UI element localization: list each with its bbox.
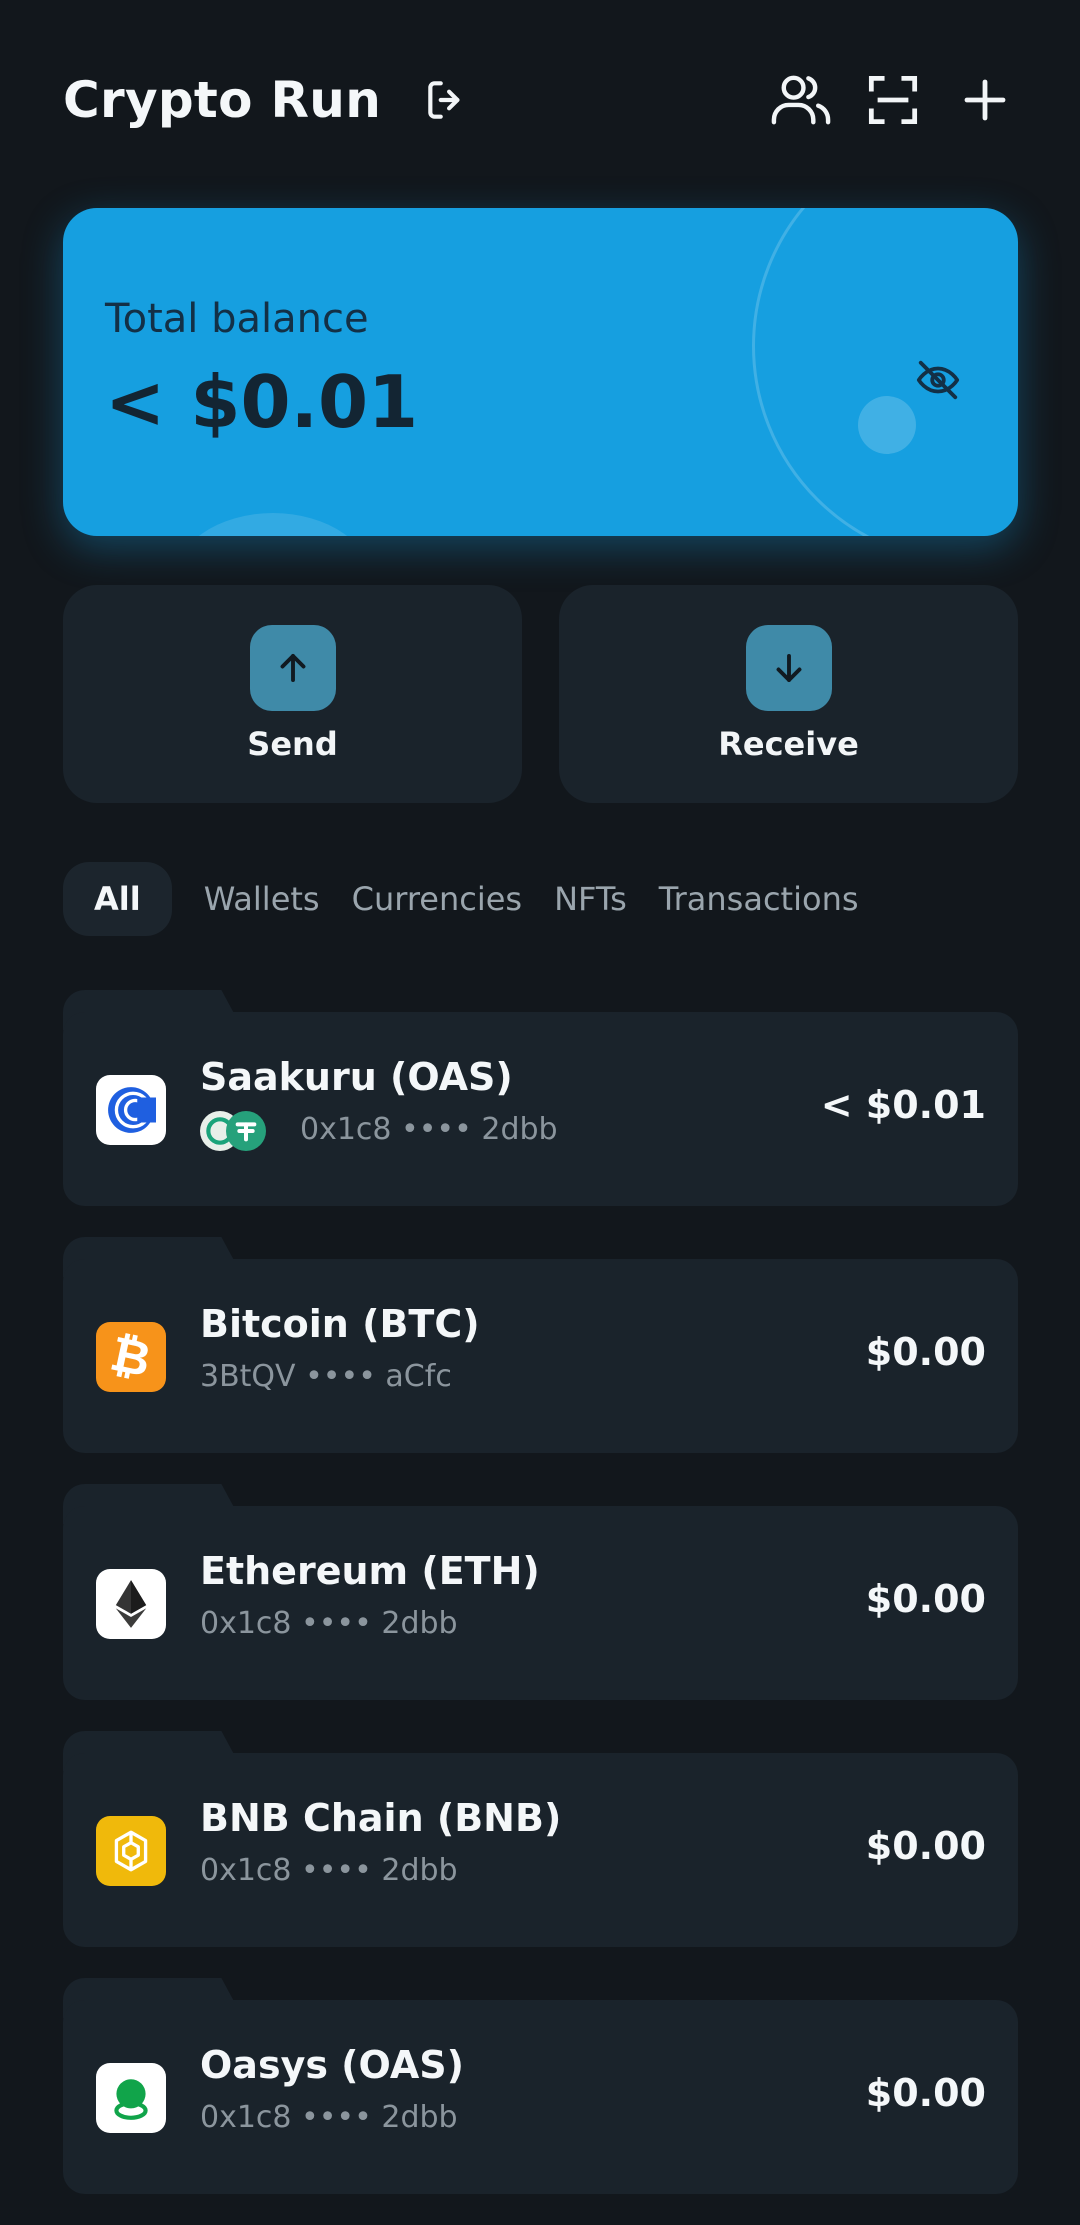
- ethereum-logo-icon: [96, 1569, 166, 1639]
- app-header: Crypto Run: [63, 60, 1017, 140]
- bitcoin-logo-icon: ₿: [96, 1322, 166, 1392]
- saakuru-logo-icon: [96, 1075, 166, 1145]
- asset-row-bitcoin[interactable]: ₿ Bitcoin (BTC) 3BtQV •••• aCfc $0.00: [63, 1237, 1018, 1464]
- asset-value: $0.00: [865, 1824, 986, 1868]
- send-label: Send: [247, 725, 338, 763]
- tether-token-icon: [226, 1111, 266, 1151]
- tab-transactions[interactable]: Transactions: [659, 862, 859, 936]
- arrow-down-icon: [745, 625, 832, 711]
- card-decoration-ring: [752, 208, 1018, 536]
- add-icon[interactable]: [953, 68, 1017, 132]
- token-badges: [200, 1111, 276, 1155]
- tab-nfts[interactable]: NFTs: [554, 862, 627, 936]
- logout-icon[interactable]: [415, 68, 479, 132]
- card-decoration-blob: [173, 513, 373, 536]
- asset-row-bnb[interactable]: BNB Chain (BNB) 0x1c8 •••• 2dbb $0.00: [63, 1731, 1018, 1958]
- asset-name: Saakuru (OAS): [200, 1055, 513, 1099]
- asset-address: 3BtQV •••• aCfc: [200, 1359, 452, 1394]
- eye-off-icon[interactable]: [906, 348, 970, 412]
- balance-label: Total balance: [105, 296, 369, 342]
- receive-label: Receive: [718, 725, 859, 763]
- asset-address: 0x1c8 •••• 2dbb: [300, 1112, 558, 1147]
- balance-card: Total balance < $0.01: [63, 208, 1018, 536]
- title-group: Crypto Run: [63, 68, 479, 132]
- asset-name: Ethereum (ETH): [200, 1549, 540, 1593]
- asset-name: Oasys (OAS): [200, 2043, 464, 2087]
- balance-value: < $0.01: [105, 360, 419, 444]
- asset-value: < $0.01: [820, 1083, 986, 1127]
- asset-value: $0.00: [865, 2071, 986, 2115]
- tab-wallets[interactable]: Wallets: [204, 862, 320, 936]
- asset-row-oasys[interactable]: Oasys (OAS) 0x1c8 •••• 2dbb $0.00: [63, 1978, 1018, 2205]
- asset-value: $0.00: [865, 1577, 986, 1621]
- app-title: Crypto Run: [63, 71, 382, 129]
- scan-icon[interactable]: [861, 68, 925, 132]
- send-button[interactable]: Send: [63, 585, 522, 803]
- header-actions: [769, 68, 1017, 132]
- quick-actions: Send Receive: [63, 585, 1018, 803]
- arrow-up-icon: [249, 625, 336, 711]
- asset-row-ethereum[interactable]: Ethereum (ETH) 0x1c8 •••• 2dbb $0.00: [63, 1484, 1018, 1711]
- filter-tabs: All Wallets Currencies NFTs Transactions: [63, 857, 1080, 941]
- asset-value: $0.00: [865, 1330, 986, 1374]
- asset-address: 0x1c8 •••• 2dbb: [200, 2100, 458, 2135]
- asset-address: 0x1c8 •••• 2dbb: [200, 1606, 458, 1641]
- tab-currencies[interactable]: Currencies: [352, 862, 522, 936]
- asset-name: Bitcoin (BTC): [200, 1302, 480, 1346]
- asset-row-saakuru[interactable]: Saakuru (OAS) 0x1c8 •••• 2dbb < $0.01: [63, 990, 1018, 1217]
- tab-all[interactable]: All: [63, 862, 172, 936]
- asset-name: BNB Chain (BNB): [200, 1796, 562, 1840]
- asset-list: Saakuru (OAS) 0x1c8 •••• 2dbb < $0.01 ₿ …: [63, 990, 1018, 2225]
- bnb-logo-icon: [96, 1816, 166, 1886]
- asset-address: 0x1c8 •••• 2dbb: [200, 1853, 458, 1888]
- oasys-logo-icon: [96, 2063, 166, 2133]
- contacts-icon[interactable]: [769, 68, 833, 132]
- receive-button[interactable]: Receive: [559, 585, 1018, 803]
